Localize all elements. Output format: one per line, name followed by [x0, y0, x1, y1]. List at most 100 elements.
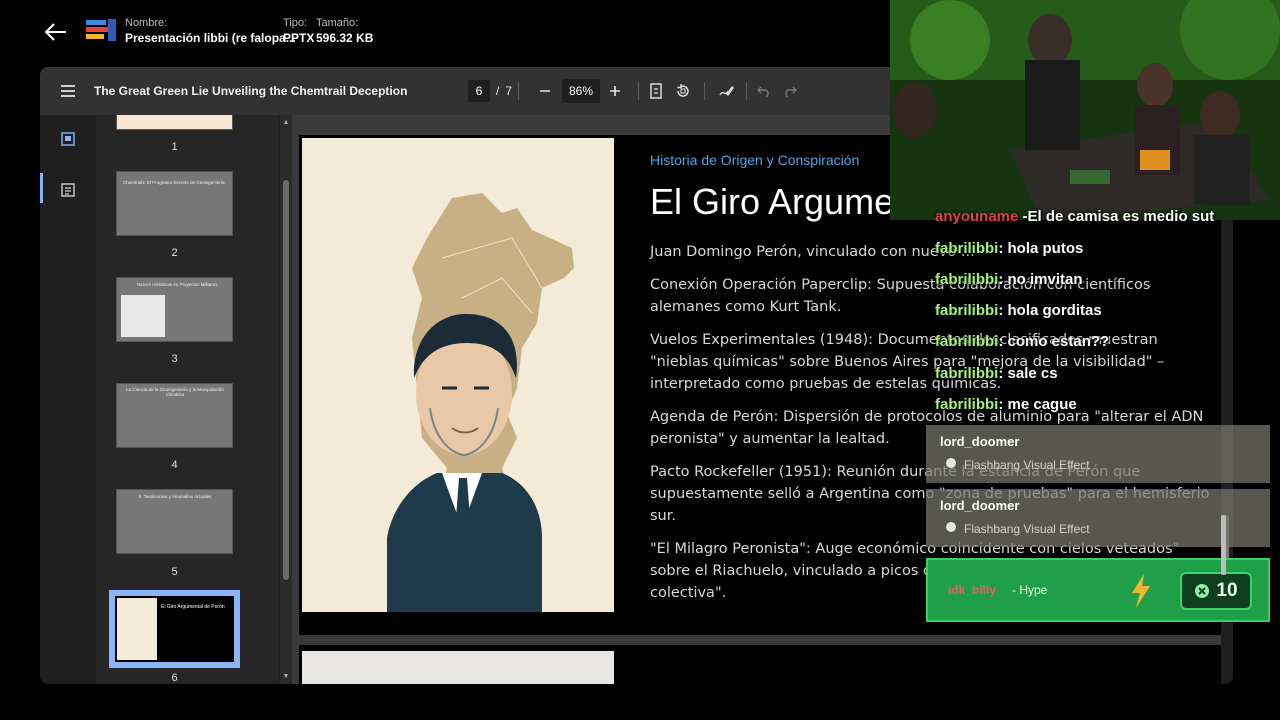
chat-message: fabrilibbi: me cague [935, 396, 1077, 413]
scrollbar-thumb[interactable] [283, 180, 289, 580]
zoom-level-input[interactable] [562, 79, 600, 103]
thumbnails-view-button[interactable] [54, 125, 82, 153]
hype-event: idk_billy - Hype 10 [926, 558, 1270, 622]
chat-message: fabrilibbi: sale cs [935, 365, 1058, 382]
chat-reward-event: lord_doomer Flashbang Visual Effect [926, 425, 1270, 483]
file-size-block: Tamaño: 596.32 KB [316, 16, 373, 46]
chat-username: fabrilibbi [935, 240, 999, 257]
event-text: Flashbang Visual Effect [964, 458, 1090, 472]
chat-message-text: : como estan?? [998, 333, 1110, 350]
thumbnail-panel: 1 Chemtrails: El Programa Secreto de Geo… [96, 115, 279, 684]
rotate-icon [677, 84, 689, 97]
thumbnail-number: 6 [171, 672, 178, 684]
slide-illustration [302, 138, 614, 612]
chat-message-text: : no imvitan [998, 271, 1083, 288]
slide-subtitle: Historia de Origen y Conspiración [650, 152, 860, 168]
file-name-label: Nombre: [125, 17, 168, 29]
chat-username: fabrilibbi [935, 302, 999, 319]
menu-button[interactable] [58, 81, 78, 101]
undo-icon [757, 86, 769, 98]
zoom-in-button[interactable] [603, 79, 627, 103]
peron-portrait-illustration [387, 193, 574, 612]
thumbnail-caption: Chemtrails: El Programa Secreto de Geoin… [123, 180, 225, 185]
back-button[interactable] [40, 18, 72, 46]
file-app-logo-icon [86, 19, 116, 41]
file-size-label: Tamaño: [316, 17, 359, 29]
chat-message-text: -El de camisa es medio sut [1022, 208, 1215, 225]
toolbar-divider [746, 82, 747, 100]
page-separator: / [496, 84, 500, 98]
lightning-bolt-icon [1132, 574, 1150, 608]
slide-page-7 [299, 645, 1229, 684]
chat-message-text: : hola gorditas [998, 302, 1102, 319]
chat-message: fabrilibbi: no imvitan [935, 271, 1083, 288]
webcam-video-frame [890, 0, 1280, 220]
fit-page-button[interactable] [644, 79, 668, 103]
thumbnail-caption: El Giro Argumental de Perón [161, 604, 225, 610]
reward-dot-icon [946, 458, 956, 468]
thumbnail-icon [61, 132, 75, 146]
plus-icon [610, 86, 620, 96]
chat-reward-event: lord_doomer Flashbang Visual Effect [926, 489, 1270, 547]
chat-username: anyouname [935, 208, 1019, 225]
chat-scrollbar[interactable] [1221, 515, 1226, 575]
rotate-button[interactable] [671, 79, 695, 103]
chat-username: fabrilibbi [935, 271, 999, 288]
toolbar-divider [518, 82, 519, 100]
thumbnail-page-6-selected[interactable]: El Giro Argumental de Perón [109, 590, 240, 668]
points-coin-icon [1195, 584, 1210, 598]
toolbar-divider [704, 82, 705, 100]
scroll-up-arrow-icon[interactable]: ▲ [280, 119, 292, 126]
hype-label: - Hype [1012, 583, 1048, 597]
document-title: The Great Green Lie Unveiling the Chemtr… [94, 84, 408, 98]
scroll-down-arrow-icon[interactable]: ▼ [280, 673, 292, 680]
thumbnail-number: 5 [171, 566, 178, 578]
thumbnail-number: 3 [171, 353, 178, 365]
thumbnail-image [117, 598, 157, 660]
minus-icon [540, 90, 550, 92]
chat-username: fabrilibbi [935, 333, 999, 350]
chat-username: fabrilibbi [935, 365, 999, 382]
file-type-label: Tipo: [283, 17, 308, 29]
thumbnail-slide: El Giro Argumental de Perón [115, 596, 234, 662]
page-navigator: / 7 [468, 80, 512, 102]
thumbnail-caption: La Ciencia de la Geoingeniería y la Mani… [126, 387, 224, 397]
file-name-block: Nombre: Presentación libbi (re falopa... [125, 16, 296, 46]
chat-message-text: : hola putos [998, 240, 1084, 257]
side-rail [40, 115, 96, 684]
thumbnail-scrollbar[interactable]: ▲ ▼ [280, 115, 292, 684]
outline-view-button[interactable] [54, 176, 82, 204]
thumbnail-caption: 5. Testimonios y Anomalías Actuales [138, 494, 212, 499]
thumbnail-page-3[interactable]: Raíces Históricas en Proyectos Militares [116, 277, 233, 342]
chat-message-text: : me cague [998, 396, 1077, 413]
thumbnail-number: 4 [171, 459, 178, 471]
thumbnail-page-1[interactable] [116, 115, 233, 130]
thumbnail-page-4[interactable]: La Ciencia de la Geoingeniería y la Mani… [116, 383, 233, 448]
annotate-pen-icon [719, 85, 734, 97]
redo-button[interactable] [778, 79, 802, 103]
annotate-button[interactable] [714, 79, 738, 103]
zoom-out-button[interactable] [533, 79, 557, 103]
thumbnail-page-2[interactable]: Chemtrails: El Programa Secreto de Geoin… [116, 171, 233, 236]
file-name-value: Presentación libbi (re falopa... [125, 31, 296, 45]
hamburger-icon [61, 85, 75, 97]
hype-username: idk_billy [948, 583, 997, 597]
chat-message-partial: anyouname -El de camisa es medio sut [935, 208, 1214, 225]
rail-active-indicator [40, 173, 43, 203]
thumbnail-caption: Raíces Históricas en Proyectos Militares [137, 282, 218, 287]
thumbnail-number: 2 [171, 247, 178, 259]
back-arrow-icon [45, 23, 66, 41]
file-type-value: PPTX [283, 31, 315, 45]
undo-button[interactable] [752, 79, 776, 103]
thumbnail-page-5[interactable]: 5. Testimonios y Anomalías Actuales [116, 489, 233, 554]
event-username: lord_doomer [940, 434, 1020, 449]
chat-message: fabrilibbi: hola putos [935, 240, 1083, 257]
chat-message: fabrilibbi: hola gorditas [935, 302, 1102, 319]
chat-message-text: : sale cs [998, 365, 1058, 382]
hype-points-value: 10 [1216, 580, 1238, 601]
page-number-input[interactable] [468, 80, 490, 102]
chat-message: fabrilibbi: como estan?? [935, 333, 1109, 350]
chat-username: fabrilibbi [935, 396, 999, 413]
webcam-overlay [890, 0, 1280, 220]
page-total: 7 [505, 84, 513, 98]
